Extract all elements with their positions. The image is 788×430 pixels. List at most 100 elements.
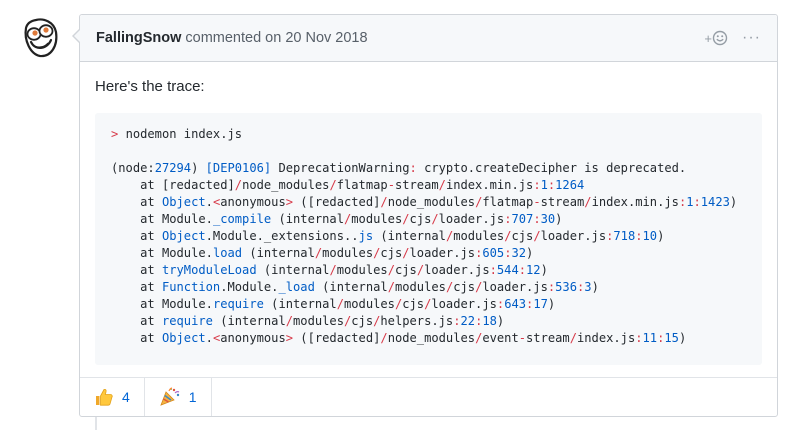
thumbs-up-icon [94, 387, 114, 407]
code-token: / [329, 263, 337, 277]
code-token: stream [526, 331, 570, 345]
code-token: modules [453, 229, 505, 243]
code-token: _load [278, 280, 315, 294]
code-token: at [redacted] [111, 178, 235, 192]
code-token: node_modules [387, 331, 476, 345]
code-token: index.js [577, 331, 636, 345]
reactions-bar: 4 1 [80, 377, 777, 416]
author-link[interactable]: FallingSnow [96, 30, 181, 46]
code-line: at Module.require (internal/modules/cjs/… [111, 296, 746, 313]
header-actions: + ··· [704, 30, 761, 46]
code-token: ) [496, 314, 505, 328]
code-token: (internal [212, 314, 286, 328]
code-line: at Module._compile (internal/modules/cjs… [111, 211, 746, 228]
code-token: _compile [212, 212, 272, 226]
code-token: 27294 [154, 161, 192, 175]
comment-intro-text: Here's the trace: [95, 78, 205, 95]
code-token: 30 [540, 212, 556, 226]
timeline-line [95, 416, 97, 430]
comment-date[interactable]: 20 Nov 2018 [285, 30, 367, 46]
code-token: crypto.createDecipher is deprecated. [416, 161, 687, 175]
code-token: 3 [584, 280, 592, 294]
code-token: loader.js [431, 297, 497, 311]
code-token: (internal [242, 246, 315, 260]
more-options-button[interactable]: ··· [742, 30, 761, 46]
code-token: 1 [540, 178, 548, 192]
code-token: / [285, 314, 294, 328]
code-token: loader.js [438, 212, 505, 226]
code-token: nodemon index.js [125, 127, 243, 141]
code-token: Function [161, 280, 221, 294]
code-token: ) [555, 212, 563, 226]
code-token: . [205, 195, 213, 209]
code-token: anonymous [220, 195, 286, 209]
code-token: : [489, 263, 497, 277]
code-token: loader.js [424, 263, 490, 277]
code-token: .Module._extensions.. [205, 229, 359, 243]
code-token: modules [293, 314, 344, 328]
code-token: index.min.js [591, 195, 679, 209]
code-token: 1423 [700, 195, 730, 209]
code-token: / [438, 178, 446, 192]
code-token: . [205, 331, 213, 345]
code-token: require [212, 297, 264, 311]
code-token: - [518, 331, 527, 345]
code-token: 32 [511, 246, 527, 260]
code-token: .Module. [220, 280, 279, 294]
code-token: node_modules [242, 178, 330, 192]
code-token: / [387, 280, 395, 294]
code-token: : [453, 314, 461, 328]
code-token: js [358, 229, 374, 243]
reaction-hooray[interactable]: 1 [145, 378, 212, 416]
code-token: at [111, 195, 162, 209]
code-token: ) [678, 331, 687, 345]
code-token: > [285, 331, 294, 345]
code-token: (node: [111, 161, 155, 175]
add-reaction-button[interactable]: + [704, 30, 728, 46]
reaction-count: 1 [188, 389, 197, 405]
code-token: - [387, 178, 395, 192]
code-token: 12 [526, 263, 541, 277]
code-token: / [336, 297, 344, 311]
code-token: ) [547, 297, 556, 311]
code-token: / [380, 331, 388, 345]
code-token: / [431, 212, 439, 226]
code-token: ([redacted] [293, 331, 381, 345]
comment-body: Here's the trace: > nodemon index.js (no… [80, 62, 777, 365]
code-token: loader.js [540, 229, 607, 243]
code-token: flatmap [336, 178, 388, 192]
avatar[interactable] [18, 14, 64, 60]
code-line: at Object.<anonymous> ([redacted]/node_m… [111, 194, 746, 211]
code-token: node_modules [387, 195, 476, 209]
comment-box: FallingSnow commented on 20 Nov 2018 + ·… [72, 14, 778, 417]
code-token: / [402, 212, 410, 226]
code-token: : [518, 263, 527, 277]
code-token: index.min.js [445, 178, 534, 192]
code-token: 643 [504, 297, 527, 311]
code-token: 15 [664, 331, 679, 345]
code-token: 18 [482, 314, 497, 328]
code-token: ) [540, 263, 548, 277]
code-token: / [416, 263, 425, 277]
code-token: anonymous [220, 331, 286, 345]
code-token: Object [161, 331, 206, 345]
code-line: at Object.Module._extensions..js (intern… [111, 228, 746, 245]
code-token: ([redacted] [293, 195, 381, 209]
code-token: / [234, 178, 243, 192]
code-token: 536 [555, 280, 577, 294]
code-token: / [387, 263, 395, 277]
reaction-count: 4 [122, 389, 130, 405]
code-line: (node:27294) [DEP0106] DeprecationWarnin… [111, 160, 746, 177]
reaction-thumbs-up[interactable]: 4 [80, 378, 145, 416]
code-token: (internal [263, 297, 337, 311]
code-token: Object [161, 195, 206, 209]
party-popper-icon [159, 387, 181, 407]
code-token: at Module. [111, 297, 213, 311]
code-token: / [569, 331, 577, 345]
code-token: ) [526, 246, 534, 260]
code-token: (internal [314, 280, 388, 294]
code-token: 718 [613, 229, 636, 243]
code-token: load [212, 246, 243, 260]
code-token: (internal [256, 263, 330, 277]
code-token: : [635, 229, 643, 243]
